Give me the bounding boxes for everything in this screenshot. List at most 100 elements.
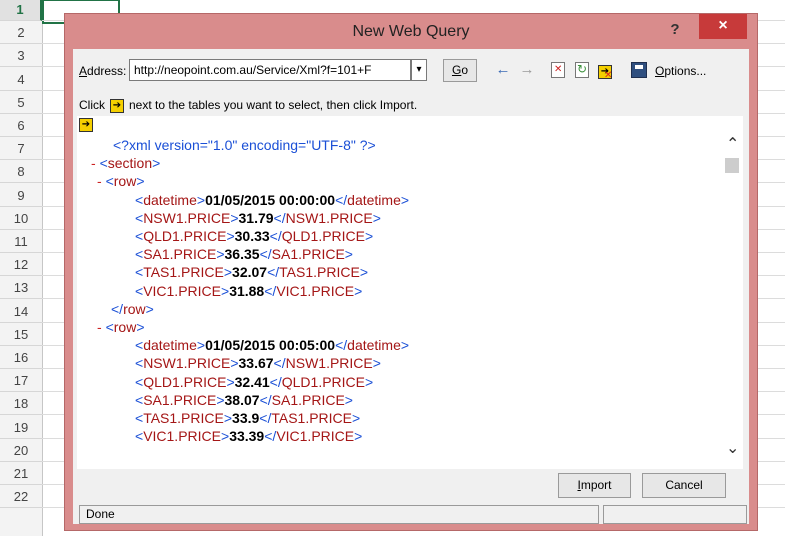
select-table-arrow-icon[interactable]: ➔ (79, 118, 93, 132)
row-header[interactable]: 11 (0, 230, 42, 253)
show-icons-icon[interactable]: ➔ ✕ (595, 61, 615, 81)
address-dropdown-button[interactable]: ▾ (411, 59, 427, 81)
xml-value: 33.67 (238, 355, 274, 372)
scroll-thumb[interactable] (725, 158, 739, 173)
xml-line: <TAS1.PRICE>32.07</TAS1.PRICE> (135, 263, 368, 281)
row-header[interactable]: 20 (0, 439, 42, 462)
status-bar: Done (79, 505, 599, 524)
xml-line: <QLD1.PRICE>32.41</QLD1.PRICE> (135, 373, 373, 391)
xml-line: <VIC1.PRICE>31.88</VIC1.PRICE> (135, 282, 362, 300)
xml-open-tag: </row> (111, 300, 154, 317)
collapse-toggle[interactable]: - (97, 319, 106, 335)
refresh-icon[interactable] (573, 61, 591, 79)
xml-close-tag: </NSW1.PRICE> (273, 355, 381, 372)
row-header[interactable]: 1 (0, 0, 42, 21)
new-web-query-dialog: New Web Query ? × Address: http://neopoi… (64, 13, 758, 531)
row-header[interactable]: 13 (0, 276, 42, 300)
xml-close-tag: </QLD1.PRICE> (269, 228, 374, 244)
row-header[interactable]: 2 (0, 21, 42, 45)
xml-value: 33.39 (229, 428, 265, 445)
xml-value: 32.07 (232, 264, 268, 281)
row-header[interactable]: 10 (0, 207, 42, 230)
xml-open-tag: <TAS1.PRICE> (135, 410, 233, 426)
status-bar-secondary (603, 505, 747, 524)
collapse-toggle[interactable]: - (97, 173, 106, 189)
xml-open-tag: <row> (105, 173, 145, 190)
stop-icon[interactable] (549, 61, 567, 79)
row-header[interactable]: 8 (0, 160, 42, 184)
row-header[interactable]: 5 (0, 91, 42, 114)
xml-line: </row> (111, 300, 154, 318)
xml-close-tag: </TAS1.PRICE> (267, 264, 368, 281)
instruction-before: Click (79, 98, 105, 112)
scroll-down-icon[interactable]: ⌄ (726, 438, 739, 458)
xml-open-tag: <datetime> (135, 337, 206, 354)
xml-line: - <section> (91, 154, 160, 172)
xml-value: 33.9 (232, 410, 260, 426)
xml-close-tag: </datetime> (335, 337, 410, 354)
xml-line: <SA1.PRICE>38.07</SA1.PRICE> (135, 391, 353, 409)
row-header[interactable]: 22 (0, 485, 42, 509)
xml-line: <NSW1.PRICE>33.67</NSW1.PRICE> (135, 354, 381, 372)
xml-open-tag: <VIC1.PRICE> (135, 282, 230, 299)
row-header[interactable]: 9 (0, 184, 42, 207)
xml-close-tag: </VIC1.PRICE> (264, 428, 363, 445)
xml-open-tag: <QLD1.PRICE> (135, 373, 235, 390)
xml-open-tag: <NSW1.PRICE> (135, 209, 239, 226)
row-header[interactable]: 15 (0, 323, 42, 346)
xml-line: <?xml version="1.0" encoding="UTF-8" ?> (113, 136, 376, 154)
xml-line: <VIC1.PRICE>33.39</VIC1.PRICE> (135, 427, 362, 445)
xml-line: <datetime>01/05/2015 00:05:00</datetime> (135, 336, 409, 354)
back-arrow-icon[interactable]: ← (493, 61, 513, 79)
xml-open-tag: <?xml version="1.0" encoding="UTF-8" ?> (113, 137, 376, 153)
row-header[interactable]: 17 (0, 369, 42, 393)
xml-value: 01/05/2015 00:00:00 (205, 191, 336, 208)
forward-arrow-icon[interactable]: → (517, 61, 537, 79)
help-button[interactable]: ? (662, 20, 688, 40)
xml-line: <SA1.PRICE>36.35</SA1.PRICE> (135, 245, 353, 263)
row-header[interactable]: 21 (0, 462, 42, 485)
row-header[interactable]: 4 (0, 68, 42, 91)
xml-line: <datetime>01/05/2015 00:00:00</datetime> (135, 191, 409, 209)
row-header[interactable]: 12 (0, 253, 42, 277)
web-content-pane[interactable]: ➔ <?xml version="1.0" encoding="UTF-8" ?… (77, 116, 743, 469)
save-query-icon[interactable] (629, 61, 649, 79)
address-input[interactable]: http://neopoint.com.au/Service/Xml?f=101… (129, 59, 411, 81)
xml-open-tag: <QLD1.PRICE> (135, 228, 235, 244)
xml-close-tag: </VIC1.PRICE> (264, 282, 363, 299)
xml-value: 32.41 (234, 373, 270, 390)
scroll-up-icon[interactable]: ⌃ (726, 134, 739, 154)
row-headers: 1 2 3 4 5 6 7 8 9 10 11 12 13 14 15 16 17 18 19 20 21 22 (0, 0, 43, 536)
options-button[interactable]: Options... (655, 64, 706, 78)
chevron-down-icon: ▾ (416, 64, 422, 75)
xml-line: - <row> (97, 172, 145, 190)
row-header[interactable]: 3 (0, 44, 42, 68)
row-header[interactable]: 19 (0, 416, 42, 439)
row-header[interactable]: 14 (0, 300, 42, 323)
row-header[interactable]: 16 (0, 346, 42, 369)
xml-close-tag: </QLD1.PRICE> (269, 373, 374, 390)
xml-open-tag: <SA1.PRICE> (135, 391, 225, 408)
xml-value: 38.07 (224, 391, 260, 408)
xml-close-tag: </SA1.PRICE> (259, 391, 353, 408)
select-table-arrow-icon: ➔ (110, 98, 124, 113)
xml-line: <NSW1.PRICE>31.79</NSW1.PRICE> (135, 209, 381, 227)
row-header[interactable]: 6 (0, 114, 42, 137)
xml-open-tag: <NSW1.PRICE> (135, 355, 239, 372)
import-button[interactable]: Import (558, 473, 631, 498)
row-header[interactable]: 7 (0, 137, 42, 161)
dialog-title: New Web Query (352, 23, 470, 40)
vertical-scrollbar[interactable]: ⌃ ⌄ (721, 116, 743, 469)
xml-value: 31.79 (238, 209, 274, 226)
collapse-toggle[interactable]: - (91, 155, 100, 171)
cancel-button[interactable]: Cancel (642, 473, 726, 498)
go-button[interactable]: Go (443, 59, 477, 82)
close-button[interactable]: × (699, 14, 747, 39)
xml-open-tag: <row> (105, 319, 145, 335)
xml-open-tag: <section> (99, 155, 161, 172)
row-header[interactable]: 18 (0, 392, 42, 416)
xml-line: <TAS1.PRICE>33.9</TAS1.PRICE> (135, 409, 360, 427)
title-bar[interactable]: New Web Query ? × (65, 14, 757, 49)
xml-close-tag: </NSW1.PRICE> (273, 209, 381, 226)
xml-value: 01/05/2015 00:05:00 (205, 337, 336, 354)
